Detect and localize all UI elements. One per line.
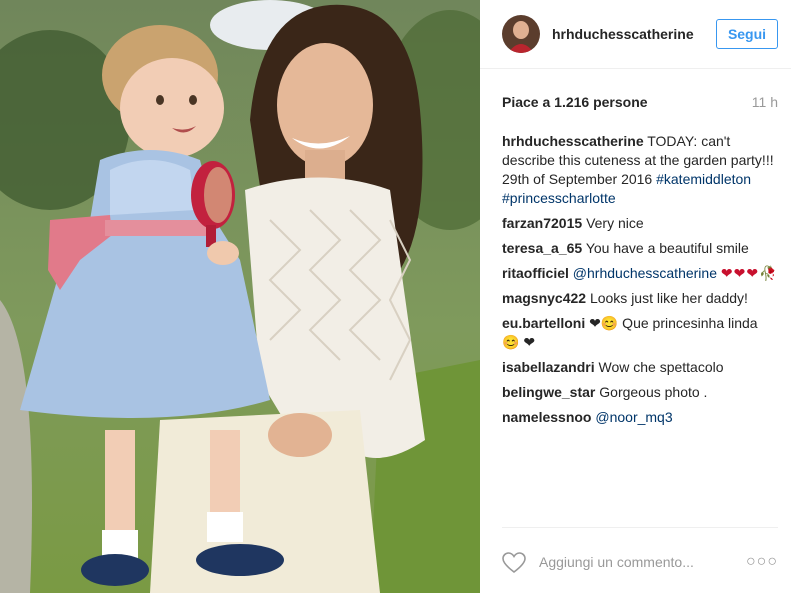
comment-username[interactable]: ritaofficiel xyxy=(502,265,569,281)
caption: hrhduchesscatherine TODAY: can't describ… xyxy=(502,132,778,208)
comment-username[interactable]: isabellazandri xyxy=(502,359,595,375)
instagram-post: hrhduchesscatherine Segui Piace a 1.216 … xyxy=(0,0,791,593)
comment-text: Very nice xyxy=(586,215,644,231)
comment: farzan72015 Very nice xyxy=(502,214,778,233)
heart-icon[interactable] xyxy=(502,552,526,574)
mention-link[interactable]: @hrhduchesscatherine xyxy=(573,265,717,281)
comment: eu.bartelloni ❤😊 Que princesinha linda 😊… xyxy=(502,314,778,352)
hashtag-link[interactable]: #princesscharlotte xyxy=(502,190,616,206)
caption-username[interactable]: hrhduchesscatherine xyxy=(502,133,644,149)
comment-username[interactable]: magsnyc422 xyxy=(502,290,586,306)
comment-username[interactable]: teresa_a_65 xyxy=(502,240,582,256)
comment-input[interactable]: Aggiungi un commento... xyxy=(539,554,694,570)
post-header: hrhduchesscatherine Segui xyxy=(480,0,791,69)
comments-list: hrhduchesscatherine TODAY: can't describ… xyxy=(502,132,778,433)
hashtag-link[interactable]: #katemiddleton xyxy=(656,171,751,187)
comment-text: You have a beautiful smile xyxy=(585,240,749,256)
photo-image xyxy=(0,0,480,593)
likes-row: Piace a 1.216 persone 11 h xyxy=(502,94,778,110)
comment-username[interactable]: namelessnoo xyxy=(502,409,591,425)
comment: belingwe_star Gorgeous photo . xyxy=(502,383,778,402)
post-sidebar: hrhduchesscatherine Segui Piace a 1.216 … xyxy=(480,0,791,593)
more-icon[interactable]: ○○○ xyxy=(746,553,778,571)
comment: teresa_a_65 You have a beautiful smile xyxy=(502,239,778,258)
comment: magsnyc422 Looks just like her daddy! xyxy=(502,289,778,308)
comment-bar: Aggiungi un commento... ○○○ xyxy=(502,527,778,594)
comment-text: Wow che spettacolo xyxy=(598,359,724,375)
user-avatar[interactable] xyxy=(502,15,540,53)
comment-text: Gorgeous photo . xyxy=(599,384,708,400)
comment-username[interactable]: eu.bartelloni xyxy=(502,315,585,331)
comment-username[interactable]: farzan72015 xyxy=(502,215,582,231)
post-photo[interactable] xyxy=(0,0,480,593)
comment: isabellazandri Wow che spettacolo xyxy=(502,358,778,377)
post-time[interactable]: 11 h xyxy=(752,94,778,110)
comment-text: ❤❤❤🥀 xyxy=(720,265,778,281)
username-link[interactable]: hrhduchesscatherine xyxy=(552,26,694,42)
comment: ritaofficiel @hrhduchesscatherine ❤❤❤🥀 xyxy=(502,264,778,283)
likes-count[interactable]: Piace a 1.216 persone xyxy=(502,94,648,110)
comment: namelessnoo @noor_mq3 xyxy=(502,408,778,427)
follow-button[interactable]: Segui xyxy=(716,19,778,49)
mention-link[interactable]: @noor_mq3 xyxy=(595,409,672,425)
comment-text: Looks just like her daddy! xyxy=(589,290,748,306)
comment-username[interactable]: belingwe_star xyxy=(502,384,595,400)
